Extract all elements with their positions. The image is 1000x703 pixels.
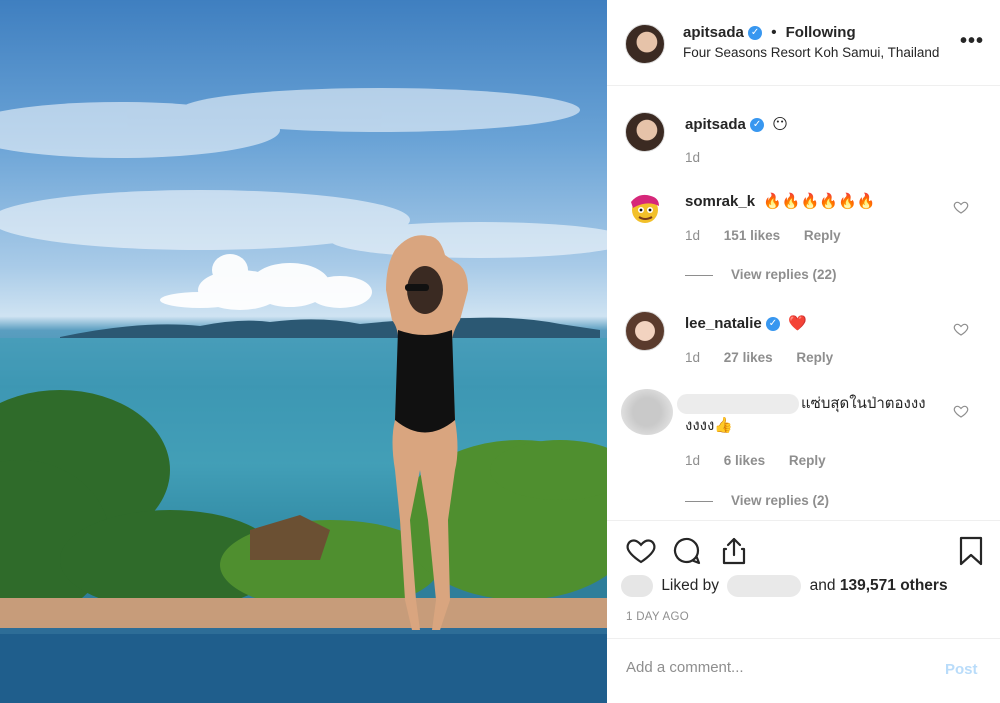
liked-by-prefix: Liked by — [661, 577, 720, 595]
verified-badge-icon: ✓ — [765, 317, 780, 332]
comment-bubble-icon[interactable] — [671, 535, 703, 567]
comment-username[interactable]: lee_natalie — [685, 315, 762, 332]
following-button[interactable]: Following — [786, 24, 856, 41]
view-replies-button[interactable]: View replies (22) — [685, 267, 837, 282]
likes-count[interactable]: 139,571 others — [840, 577, 948, 594]
verified-badge-icon: ✓ — [748, 26, 763, 41]
caption-username[interactable]: apitsada — [685, 116, 746, 133]
author-username[interactable]: apitsada — [683, 24, 744, 41]
liked-by-suffix: and — [809, 577, 836, 595]
comment-text: ❤️ — [788, 315, 807, 332]
comment-likes[interactable]: 151 likes — [724, 228, 780, 243]
author-line: apitsada ✓ • Following — [683, 24, 856, 41]
author-avatar[interactable] — [625, 24, 665, 64]
replies-divider — [685, 500, 713, 502]
post-header: apitsada ✓ • Following Four Seasons Reso… — [607, 0, 1000, 86]
like-comment-heart-icon[interactable] — [953, 321, 969, 337]
reply-button[interactable]: Reply — [796, 350, 833, 365]
separator-dot: • — [771, 24, 777, 41]
caption-text: 😶 — [772, 116, 788, 133]
like-comment-heart-icon[interactable] — [953, 199, 969, 215]
save-bookmark-icon[interactable] — [955, 535, 987, 567]
post-photo[interactable] — [0, 0, 607, 703]
blurred-liker-avatar — [621, 575, 653, 597]
comment-text: 🔥🔥🔥🔥🔥🔥 — [763, 193, 876, 210]
comment-meta: 1d 27 likes Reply — [685, 350, 853, 365]
comment-likes[interactable]: 27 likes — [724, 350, 773, 365]
commenter-avatar[interactable] — [625, 311, 665, 351]
liked-by-line[interactable]: Liked by and 139,571 others — [621, 575, 948, 597]
more-horizontal-icon[interactable]: ••• — [960, 30, 984, 53]
caption-avatar[interactable] — [625, 112, 665, 152]
comment-time[interactable]: 1d — [685, 453, 700, 468]
caption-meta: 1d — [685, 150, 720, 165]
post-actions: Liked by and 139,571 others 1 DAY AGO — [607, 520, 1000, 638]
comment-line: แซ่บสุดในป่าตองงง — [677, 393, 926, 415]
reply-button[interactable]: Reply — [789, 453, 826, 468]
blurred-commenter-avatar[interactable] — [621, 389, 673, 435]
view-replies-label: View replies (22) — [731, 267, 837, 282]
comment-meta: 1d 6 likes Reply — [685, 453, 846, 468]
replies-divider — [685, 274, 713, 276]
comment-meta: 1d 151 likes Reply — [685, 228, 861, 243]
like-comment-heart-icon[interactable] — [953, 403, 969, 419]
comment-likes[interactable]: 6 likes — [724, 453, 765, 468]
caption-line: apitsada ✓ 😶 — [685, 115, 788, 133]
post-side-panel: apitsada ✓ • Following Four Seasons Reso… — [607, 0, 1000, 703]
like-heart-icon[interactable] — [625, 535, 657, 567]
comment-time[interactable]: 1d — [685, 350, 700, 365]
add-comment-bar: Post — [607, 638, 1000, 703]
view-replies-button[interactable]: View replies (2) — [685, 493, 829, 508]
comment-username[interactable]: somrak_k — [685, 193, 755, 210]
comment-line: lee_natalie ✓ ❤️ — [685, 314, 807, 332]
blurred-liker-name[interactable] — [727, 575, 802, 597]
commenter-avatar[interactable] — [625, 188, 665, 228]
post-timestamp[interactable]: 1 DAY AGO — [626, 611, 689, 623]
blurred-username[interactable] — [677, 394, 799, 415]
location-link[interactable]: Four Seasons Resort Koh Samui, Thailand — [683, 45, 939, 60]
verified-badge-icon: ✓ — [750, 118, 765, 133]
comments-list[interactable]: apitsada ✓ 😶 1d somrak_k 🔥🔥🔥🔥🔥� — [607, 87, 1000, 520]
add-comment-input[interactable] — [626, 659, 926, 676]
comment-time[interactable]: 1d — [685, 228, 700, 243]
reply-button[interactable]: Reply — [804, 228, 841, 243]
instagram-post-modal: apitsada ✓ • Following Four Seasons Reso… — [0, 0, 1000, 703]
photo-illustration — [0, 88, 607, 703]
comment-text-line2: งงงง👍 — [685, 417, 733, 434]
caption-time[interactable]: 1d — [685, 150, 700, 165]
comment-text-line1: แซ่บสุดในป่าตองงง — [801, 395, 926, 412]
share-icon[interactable] — [718, 535, 750, 567]
cartoon-avatar-icon — [631, 194, 659, 223]
view-replies-label: View replies (2) — [731, 493, 830, 508]
comment-line: somrak_k 🔥🔥🔥🔥🔥🔥 — [685, 192, 875, 210]
post-comment-button[interactable]: Post — [945, 661, 978, 678]
